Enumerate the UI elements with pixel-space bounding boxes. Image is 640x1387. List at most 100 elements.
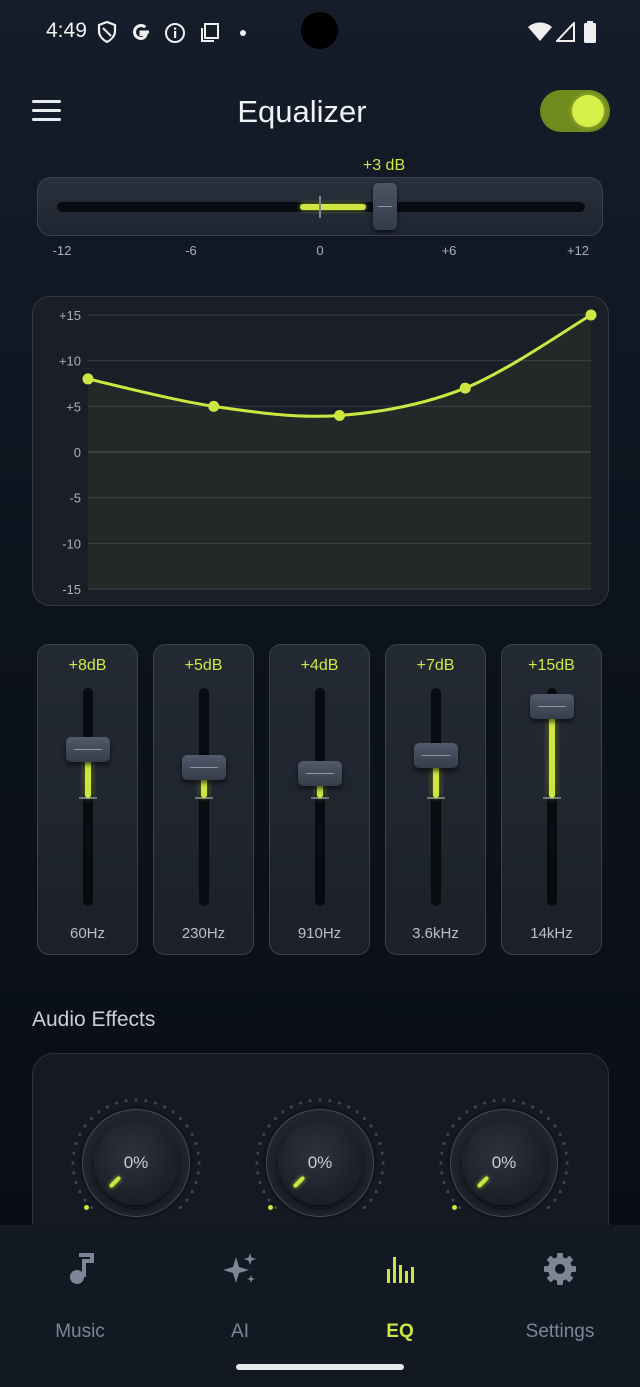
wifi-icon [528,22,552,41]
sparkles-icon [223,1253,256,1283]
band-thumb[interactable] [414,743,458,769]
knob-scale-dot [558,1190,562,1194]
effect-knob[interactable]: 0% [250,1093,390,1233]
knob-scale-dot [378,1180,382,1185]
status-bar: 4:49 [0,0,640,64]
knob-scale-dot [374,1132,378,1136]
knob-scale-dot [465,1110,469,1114]
knob-scale-dot [267,1124,271,1128]
knob-scale-dot [457,1205,462,1210]
nav-item-music[interactable]: Music [20,1245,140,1345]
band-frequency-label: 14kHz [530,925,573,942]
curve-point[interactable] [585,309,597,321]
knob-scale-dot [190,1190,194,1194]
knob-scale-dot [369,1198,373,1202]
equalizer-enable-toggle[interactable] [540,90,610,132]
knob-scale-dot [78,1190,82,1194]
page-title: Equalizer [237,94,367,129]
toggle-knob [572,95,604,127]
band-thumb[interactable] [182,755,226,781]
nav-label: Settings [525,1321,595,1342]
knob-scale-dot [124,1099,128,1103]
music-note-icon [70,1253,94,1284]
preamp-thumb[interactable] [373,183,397,230]
nav-label: EQ [386,1321,414,1342]
knob-scale-dot [114,1101,119,1105]
knob-scale-dot [190,1132,194,1136]
knob-scale-dot [83,1124,87,1128]
knob-scale-dot [512,1099,516,1103]
knob-min-dot [268,1205,273,1210]
knob-scale-dot [546,1205,551,1210]
curve-y-tick-label: +5 [66,399,81,414]
nav-item-settings[interactable]: Settings [500,1245,620,1345]
preamp-tick: -12 [52,243,72,258]
curve-y-tick-label: +10 [59,354,81,369]
screenshot-icon [201,23,219,42]
notification-dot-icon [240,30,246,36]
curve-point[interactable] [82,373,94,385]
knob-scale-dot [562,1180,566,1185]
knob-scale-dot [83,1198,87,1202]
knob-scale-dot [134,1098,138,1102]
knob-scale-dot [451,1124,455,1128]
knob-scale-dot [89,1116,94,1121]
knob-scale-dot [492,1099,496,1103]
eq-curve-svg: +15 +10 +5 0 -5 -10 -15 [59,308,597,597]
battery-icon [584,21,596,43]
bottom-navigation: Music AI EQ Settings [0,1225,640,1387]
knob-scale-dot [153,1101,158,1105]
effect-knob[interactable]: 0% [66,1093,206,1233]
preamp-slider[interactable] [37,177,603,236]
knob-scale-dot [328,1099,332,1103]
audio-effects-title: Audio Effects [32,1008,156,1031]
preamp-tick: +12 [566,243,590,258]
nav-item-eq[interactable]: EQ [340,1245,460,1345]
knob-scale-dot [502,1098,506,1102]
band-thumb[interactable] [530,694,574,719]
preamp-tick: -6 [185,243,197,258]
band-thumb[interactable] [298,761,342,787]
curve-y-tick-label: -5 [69,491,81,506]
curve-y-tick-label: -15 [62,582,81,597]
band-frequency-label: 3.6kHz [412,925,459,942]
knob-scale-dot [89,1205,94,1210]
curve-point[interactable] [334,409,345,421]
band-slider-60hz[interactable]: +8dB 60Hz [37,644,138,955]
knob-min-dot [452,1205,457,1210]
preamp-tick: +6 [441,243,457,258]
knob-scale-dot [308,1099,312,1103]
eq-curve-chart: +15 +10 +5 0 -5 -10 -15 [32,296,609,606]
knob-scale-dot [289,1105,293,1109]
band-slider-14khz[interactable]: +15dB 14kHz [501,644,602,955]
knob-scale-dot [281,1110,285,1114]
curve-point[interactable] [208,400,220,412]
knob-scale-dot [521,1101,526,1105]
knob-scale-dot [318,1098,322,1102]
preamp-fill [300,204,366,210]
knob-scale-dot [446,1190,450,1194]
knob-scale-dot [369,1124,373,1128]
knob-scale-dot [562,1141,566,1146]
knob-scale-dot [558,1132,562,1136]
band-thumb[interactable] [66,736,110,762]
knob-scale-dot [262,1190,266,1194]
band-slider-230hz[interactable]: +5dB 230Hz [153,644,254,955]
equalizer-bars-icon [387,1257,414,1283]
knob-scale-dot [178,1116,183,1121]
band-value: +5dB [184,657,223,674]
band-slider-3-6khz[interactable]: +7dB 3.6kHz [385,644,486,955]
cellular-signal-icon [556,22,575,42]
knob-scale-dot [178,1205,183,1210]
knob-scale-dot [442,1180,446,1185]
camera-cutout [301,12,338,49]
knob-scale-dot [442,1141,446,1146]
knob-scale-dot [185,1124,189,1128]
band-slider-910hz[interactable]: +4dB 910Hz [269,644,370,955]
nav-label: AI [231,1321,249,1342]
curve-point[interactable] [459,382,471,394]
knob-value: 0% [491,1153,517,1172]
knob-scale-dot [105,1105,109,1109]
nav-item-ai[interactable]: AI [180,1245,300,1345]
effect-knob[interactable]: 0% [434,1093,574,1233]
